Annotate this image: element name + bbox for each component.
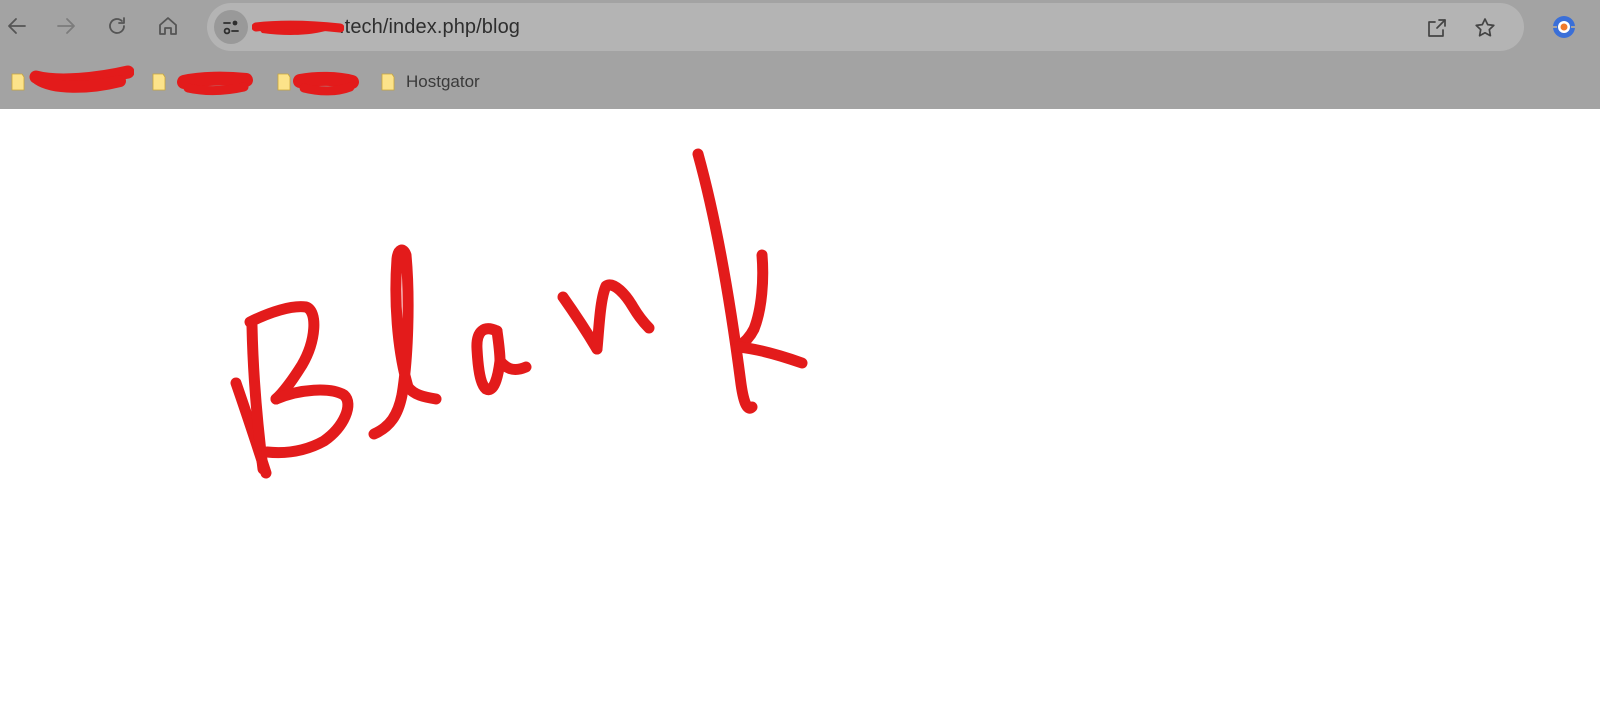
url-visible-part: .tech/index.php/blog (339, 16, 521, 38)
bookmark-redaction-mark (177, 71, 253, 95)
home-icon (159, 17, 177, 35)
extension-button[interactable] (1548, 11, 1580, 43)
back-icon (8, 18, 26, 34)
bookmarks-bar: Hostgator (0, 60, 1600, 104)
share-icon (1428, 19, 1446, 37)
home-button[interactable] (151, 9, 185, 43)
bookmark-redaction-mark (293, 71, 359, 96)
bookmark-star-button[interactable] (1469, 12, 1501, 44)
back-button[interactable] (0, 9, 34, 43)
forward-button[interactable] (49, 9, 83, 43)
page-content (0, 109, 1600, 715)
bookmark-folder-icon (381, 73, 395, 91)
bookmark-item[interactable] (152, 66, 174, 98)
reload-icon (109, 17, 125, 34)
handwritten-blank-text (230, 148, 808, 479)
browser-toolbar: .tech/index.php/blog (0, 0, 1600, 54)
bookmark-redaction-mark (29, 65, 134, 93)
share-button[interactable] (1421, 12, 1453, 44)
bookmark-folder-icon (152, 73, 166, 91)
bookmark-folder-icon (277, 73, 291, 91)
star-icon (1475, 18, 1495, 37)
url-redaction-mark (252, 20, 344, 35)
browser-chrome: .tech/index.php/blog Hostgator (0, 0, 1600, 109)
bookmark-folder-icon (11, 73, 25, 91)
bookmark-item-hostgator[interactable]: Hostgator (381, 66, 480, 98)
bookmark-label: Hostgator (406, 72, 480, 91)
reload-button[interactable] (100, 9, 134, 43)
forward-icon (57, 18, 75, 34)
site-info-button[interactable] (214, 10, 248, 44)
extension-icon (1553, 16, 1575, 38)
site-settings-icon (223, 20, 239, 35)
address-bar[interactable]: .tech/index.php/blog (207, 3, 1524, 51)
